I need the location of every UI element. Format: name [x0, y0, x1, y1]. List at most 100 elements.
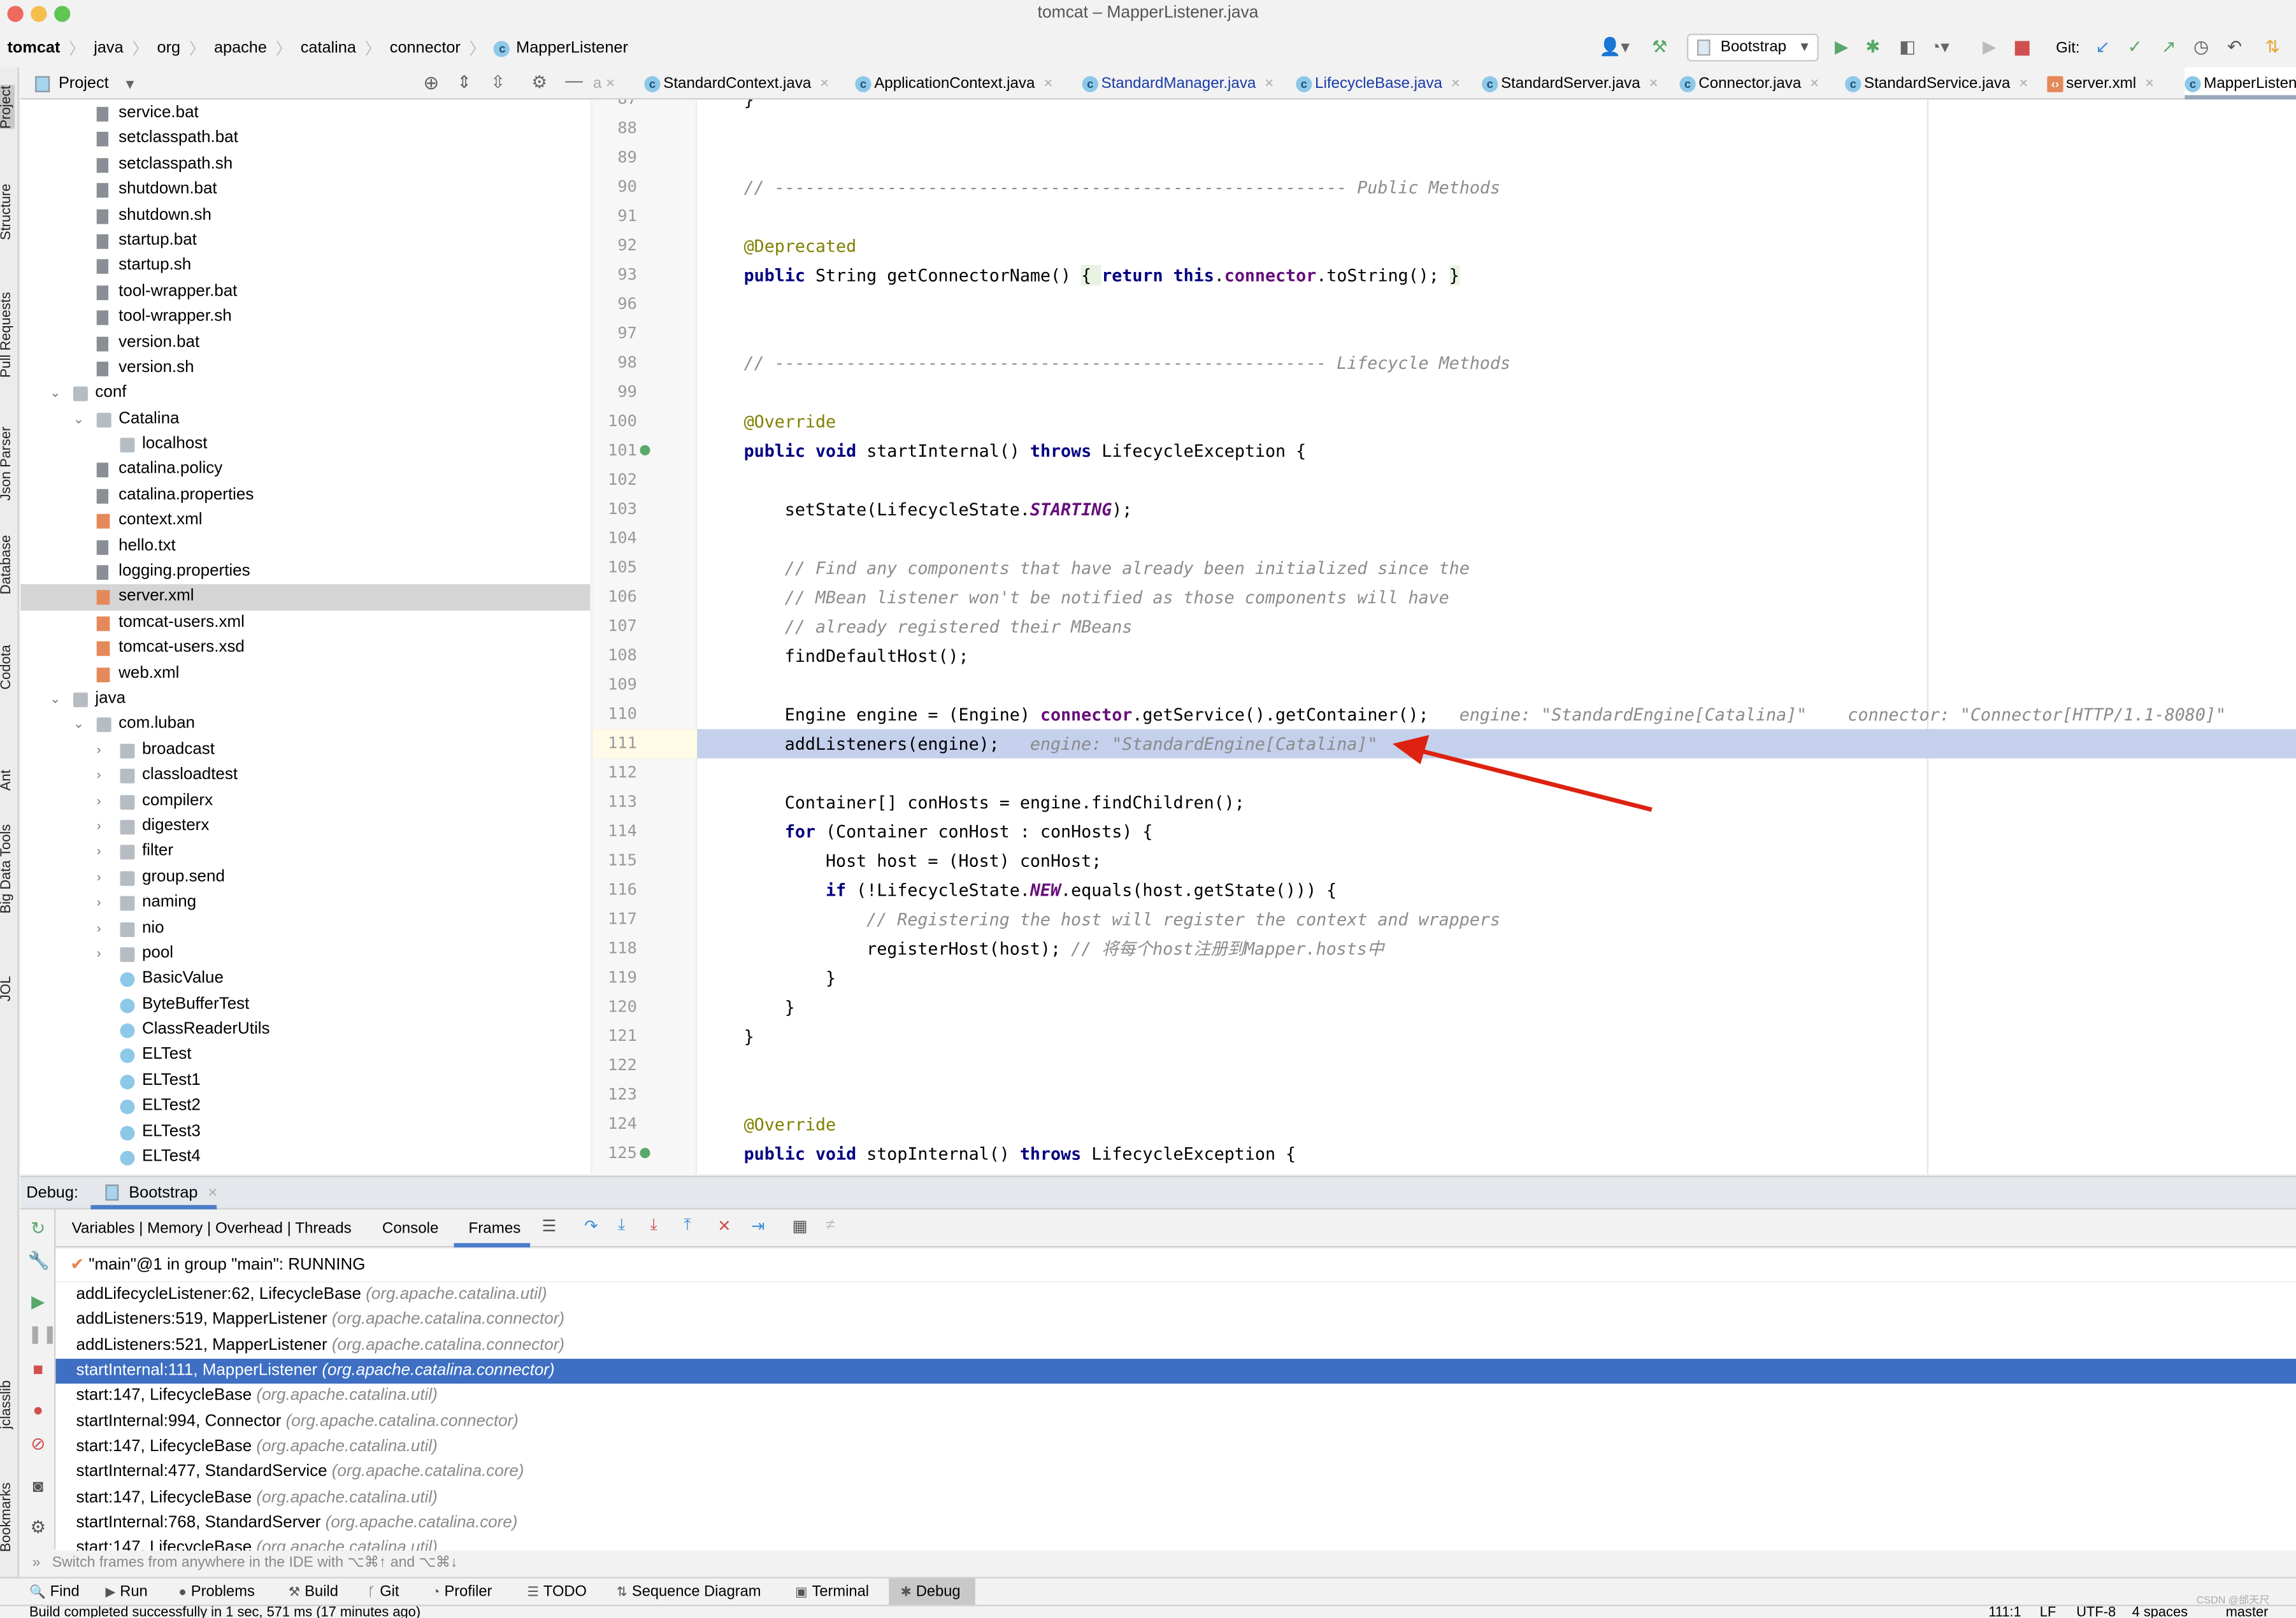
chevron-right-icon[interactable]: › [97, 865, 101, 891]
breadcrumb-item[interactable]: tomcat [7, 39, 60, 57]
tree-item[interactable]: tool-wrapper.sh [20, 304, 590, 330]
user-icon[interactable]: 👤▾ [1599, 38, 1630, 57]
close-tab-icon[interactable]: × [2145, 75, 2154, 92]
run-to-cursor-icon[interactable]: ⇥ [751, 1217, 764, 1236]
breadcrumb-item[interactable]: catalina [301, 39, 356, 57]
editor-tab[interactable]: c LifecycleBase.java × [1296, 68, 1460, 100]
git-branch[interactable]: master [2226, 1606, 2269, 1617]
trace-icon[interactable]: ≠ [826, 1217, 835, 1235]
tree-item[interactable]: ELTest [20, 1043, 590, 1069]
thread-selector[interactable]: ✔ "main"@1 in group "main": RUNNING [55, 1249, 2296, 1282]
step-into-icon[interactable]: ⤓ [618, 1217, 625, 1236]
editor-tab[interactable]: c Connector.java × [1679, 68, 1819, 100]
tool-window-button[interactable]: Project [0, 85, 15, 129]
tool-window-button[interactable]: Pull Requests [0, 292, 15, 378]
status-message[interactable]: Build completed successfully in 1 sec, 5… [29, 1606, 420, 1617]
tab-frames[interactable]: Frames [454, 1210, 531, 1248]
close-icon[interactable]: × [208, 1184, 217, 1202]
chevron-right-icon[interactable]: › [97, 941, 101, 967]
expand-all-icon[interactable]: ⇕ [457, 72, 471, 92]
tree-item[interactable]: › digesterx [20, 814, 590, 840]
tool-button-build[interactable]: ⚒ Build [289, 1579, 338, 1605]
close-tab-icon[interactable]: × [820, 75, 829, 92]
chevron-down-icon[interactable]: ⌄ [73, 406, 84, 432]
tree-item[interactable]: catalina.policy [20, 457, 590, 483]
tool-button-problems[interactable]: ● Problems [178, 1579, 254, 1605]
rollback-icon[interactable]: ↶ [2227, 38, 2242, 57]
gear-icon[interactable]: ⚙ [28, 1517, 48, 1537]
close-tab-icon[interactable]: × [1265, 75, 1274, 92]
tree-item[interactable]: version.bat [20, 330, 590, 355]
tree-item[interactable]: › nio [20, 916, 590, 941]
project-view-label[interactable]: Project [59, 75, 109, 92]
tool-button-find[interactable]: 🔍 Find [29, 1579, 80, 1605]
chevron-right-icon[interactable]: › [97, 814, 101, 840]
close-tab-icon[interactable]: × [1451, 75, 1460, 92]
camera-icon[interactable]: ◙ [28, 1476, 48, 1496]
tree-item[interactable]: ELTest4 [20, 1145, 590, 1170]
sequence-icon[interactable]: ⇅ [2265, 38, 2280, 57]
tool-button-sequence-diagram[interactable]: ⇅ Sequence Diagram [617, 1579, 761, 1605]
resume-program-icon[interactable]: ▶ [28, 1291, 48, 1312]
tree-item[interactable]: › filter [20, 840, 590, 865]
collapse-all-icon[interactable]: ⇳ [491, 72, 505, 92]
git-update-icon[interactable]: ↙ [2095, 38, 2110, 57]
stop-icon[interactable]: ■ [28, 1359, 48, 1379]
tree-item[interactable]: ClassReaderUtils [20, 1018, 590, 1043]
gear-icon[interactable]: ⚙ [531, 72, 547, 92]
tool-window-button[interactable]: Json Parser [0, 427, 15, 501]
tree-item[interactable]: shutdown.sh [20, 203, 590, 228]
chevron-down-icon[interactable]: ⌄ [73, 712, 84, 738]
tree-item[interactable]: logging.properties [20, 559, 590, 585]
tree-item[interactable]: ELTest3 [20, 1119, 590, 1145]
tree-item[interactable]: ELTest1 [20, 1069, 590, 1094]
chevron-right-icon[interactable]: › [97, 840, 101, 865]
run-icon[interactable]: ▶ [1835, 38, 1848, 57]
chevron-right-icon[interactable]: › [97, 916, 101, 941]
build-hammer-icon[interactable]: ⚒ [1652, 38, 1668, 57]
chevron-right-icon[interactable]: › [97, 738, 101, 763]
git-commit-icon[interactable]: ✓ [2128, 38, 2142, 57]
view-breakpoints-icon[interactable]: ● [28, 1400, 48, 1420]
code-editor[interactable]: 87}888990// ----------------------------… [592, 99, 2296, 1175]
breadcrumb-item[interactable]: java [94, 39, 123, 57]
chevron-right-icon[interactable]: › [97, 891, 101, 916]
frame-item[interactable]: start:147, LifecycleBase (org.apache.cat… [55, 1536, 2296, 1550]
breadcrumb-item[interactable]: MapperListener [516, 39, 628, 57]
profile-icon[interactable]: ◔▾ [1930, 38, 1949, 57]
tree-item[interactable]: BasicValue [20, 967, 590, 992]
tree-item[interactable]: › broadcast [20, 738, 590, 763]
tree-item[interactable]: tomcat-users.xsd [20, 636, 590, 661]
tree-item[interactable]: setclasspath.bat [20, 127, 590, 152]
frame-item[interactable]: start:147, LifecycleBase (org.apache.cat… [55, 1384, 2296, 1410]
evaluate-expression-icon[interactable]: ▦ [792, 1217, 807, 1236]
tree-item[interactable]: ⌄ com.luban [20, 712, 590, 738]
tool-window-button[interactable]: Ant [0, 770, 15, 791]
tree-item[interactable]: service.bat [20, 101, 590, 127]
tree-item[interactable]: tool-wrapper.bat [20, 279, 590, 304]
coverage-icon[interactable]: ◧ [1899, 38, 1916, 57]
run-config-select[interactable]: Bootstrap ▾ [1686, 33, 1819, 62]
frame-item[interactable]: startInternal:477, StandardService (org.… [55, 1461, 2296, 1486]
tool-button-terminal[interactable]: ▣ Terminal [795, 1579, 869, 1605]
tree-item[interactable]: ELTest2 [20, 1094, 590, 1120]
frame-item[interactable]: addListeners:521, MapperListener (org.ap… [55, 1333, 2296, 1359]
tool-window-button[interactable]: jclasslib [0, 1380, 15, 1429]
tab-variables[interactable]: Variables | Memory | Overhead | Threads [72, 1220, 352, 1238]
stop-icon[interactable] [2014, 41, 2030, 56]
tree-item[interactable]: localhost [20, 432, 590, 457]
tool-window-button[interactable]: Codota [0, 645, 15, 689]
tree-item[interactable]: context.xml [20, 508, 590, 534]
tool-window-button[interactable]: Database [0, 535, 15, 594]
tree-item[interactable]: server.xml [20, 585, 591, 611]
tree-item[interactable]: ⌄ conf [20, 381, 590, 406]
editor-tab[interactable]: c StandardService.java × [1845, 68, 2028, 100]
tree-item[interactable]: tomcat-users.xml [20, 610, 590, 636]
tree-item[interactable]: › naming [20, 891, 590, 916]
more-icon[interactable]: » [32, 1555, 41, 1571]
tree-item[interactable]: › pool [20, 941, 590, 967]
chevron-right-icon[interactable]: › [97, 763, 101, 789]
breadcrumb-item[interactable]: apache [214, 39, 267, 57]
hide-panel-icon[interactable]: — [565, 70, 583, 90]
tree-item[interactable]: setclasspath.sh [20, 152, 590, 178]
